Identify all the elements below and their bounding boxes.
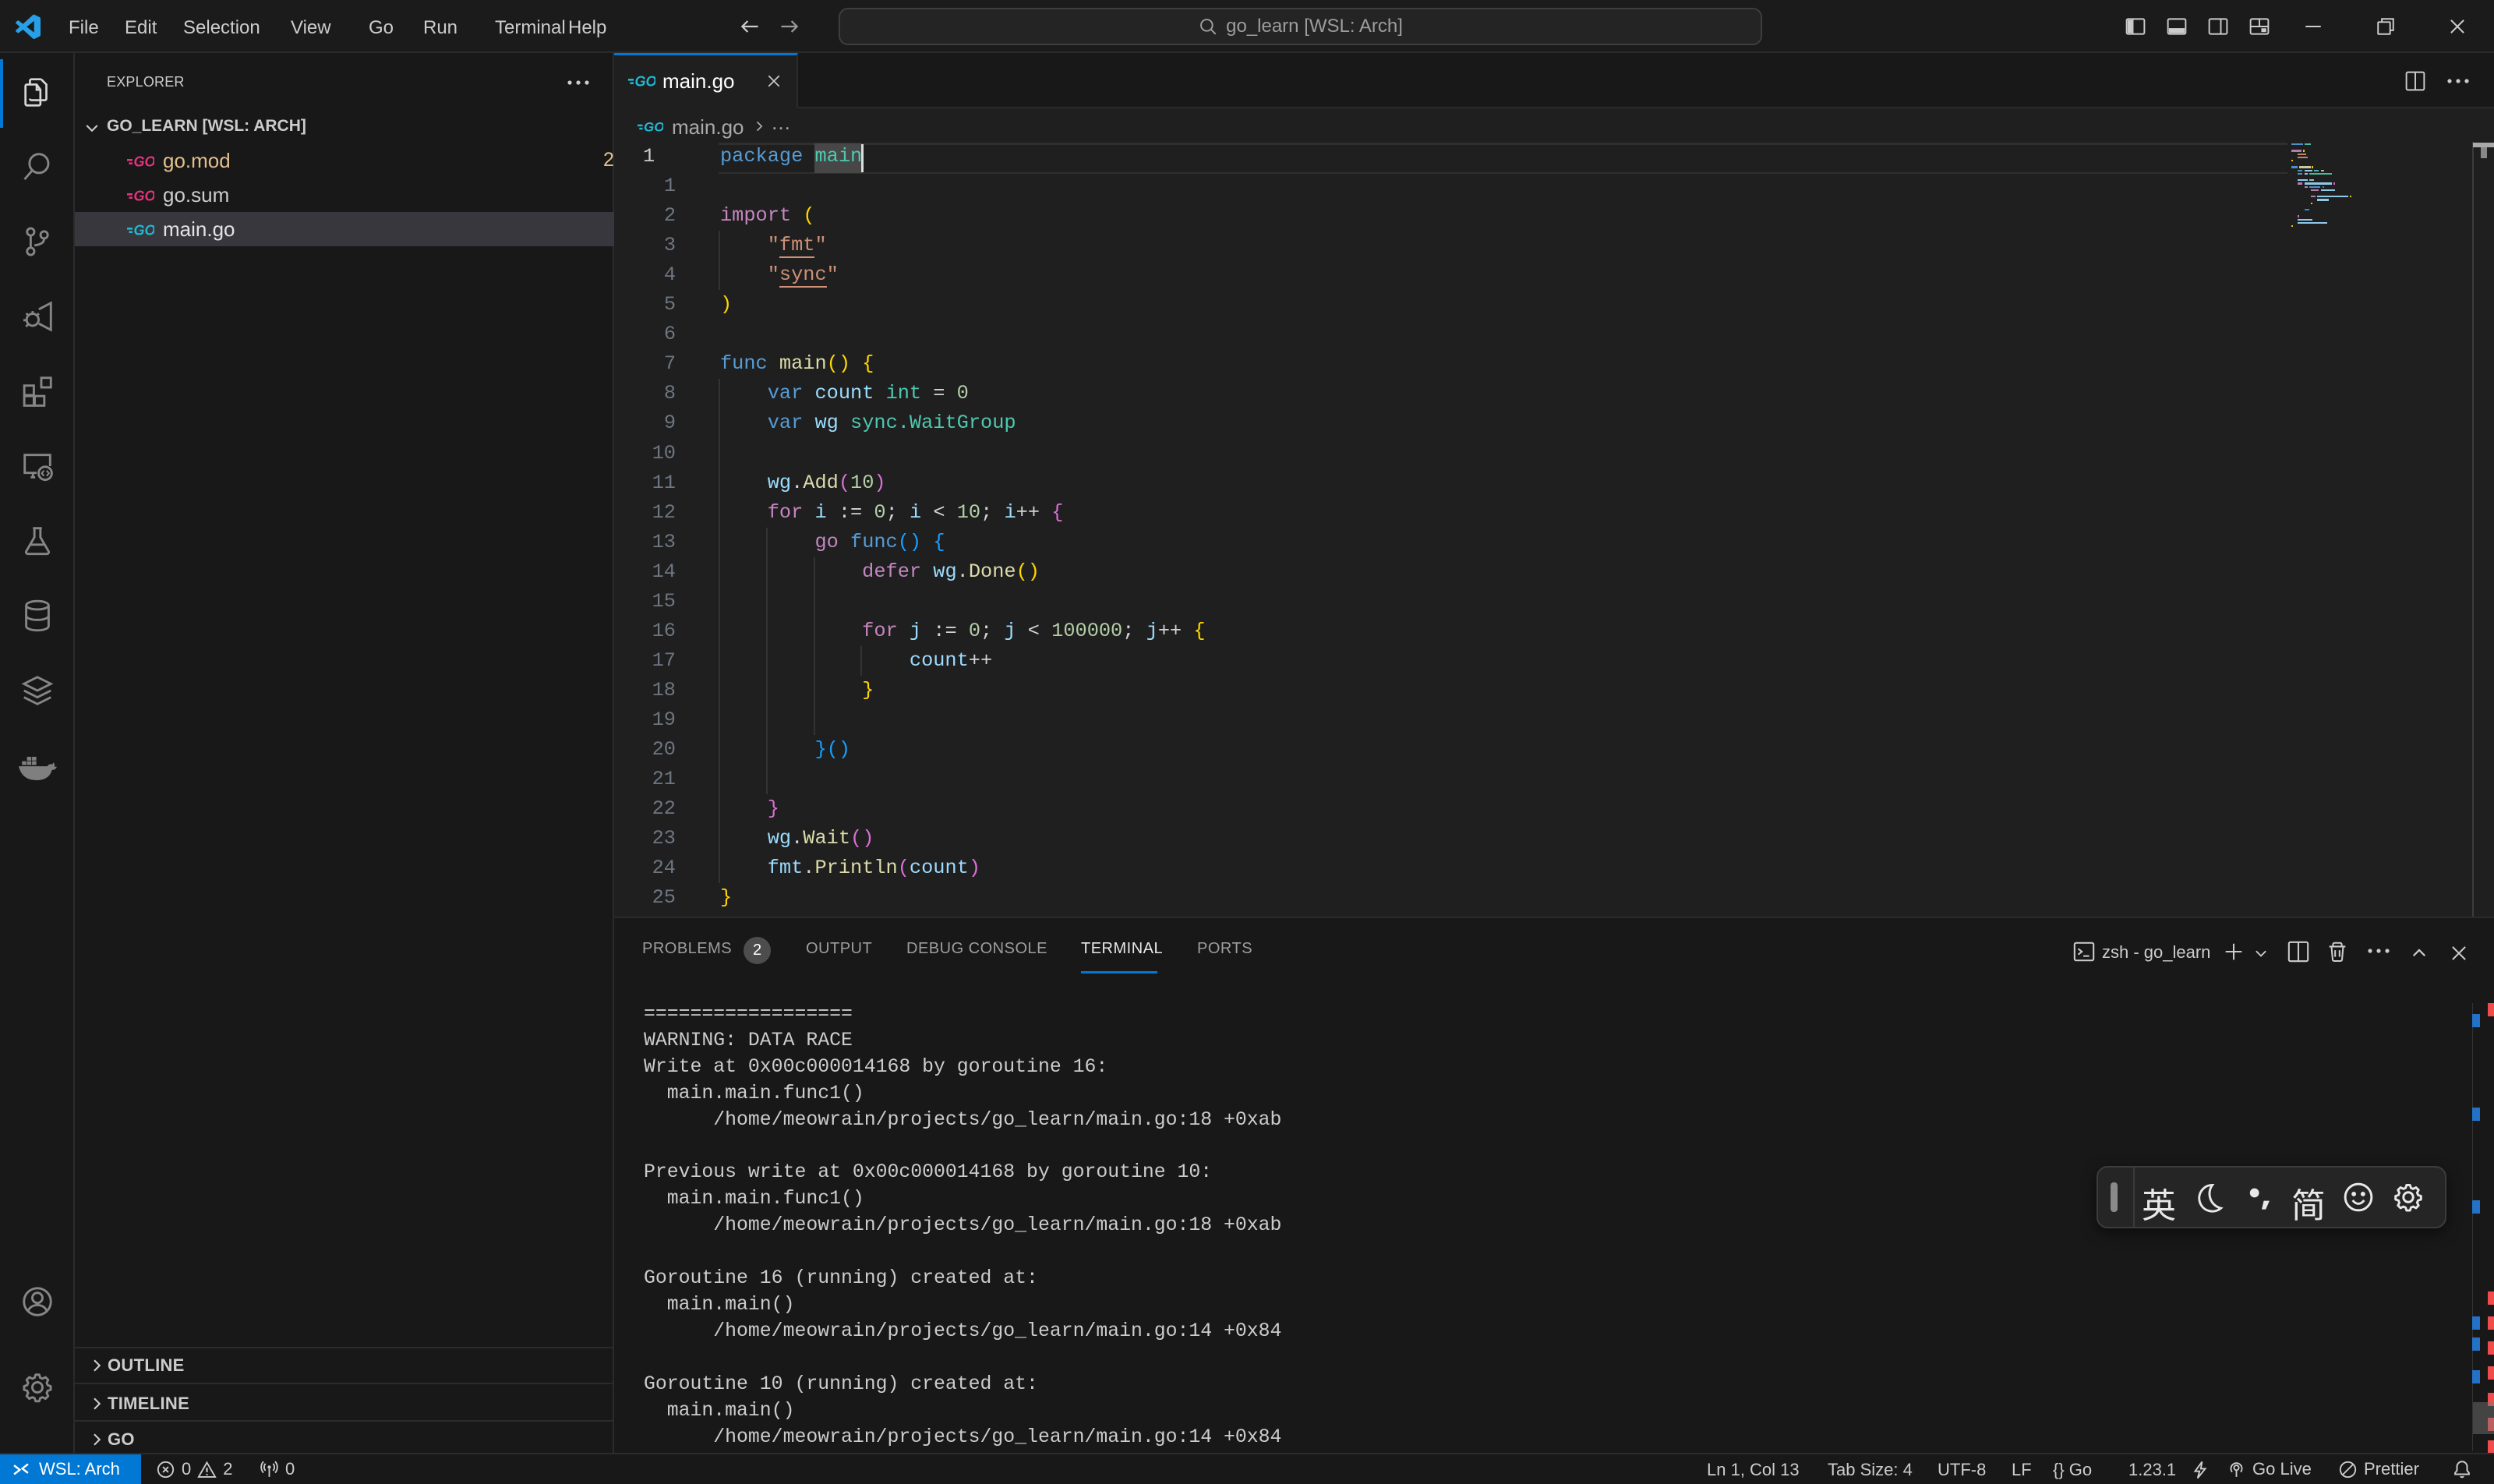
svg-text:GO: GO xyxy=(134,154,155,170)
svg-text:GO: GO xyxy=(134,189,155,204)
svg-text:GO: GO xyxy=(134,223,155,238)
svg-text:GO: GO xyxy=(644,120,663,135)
svg-text:GO: GO xyxy=(635,74,656,90)
